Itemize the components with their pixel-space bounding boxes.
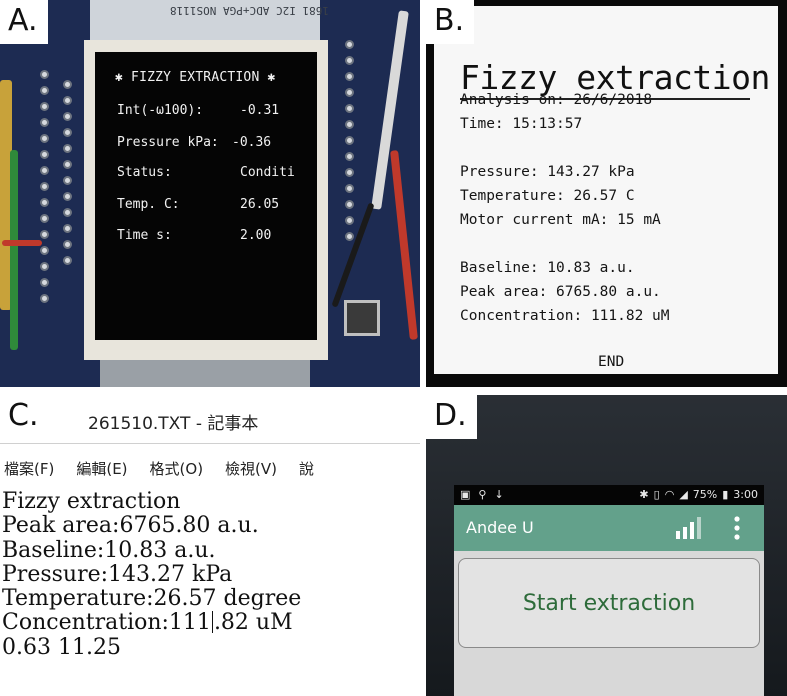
panel-letter-a: A. [0,0,48,44]
lcd-value-pressure: -0.36 [232,135,272,150]
lcd-value-time: 2.00 [240,228,272,243]
lcd-value-temp: 26.05 [240,197,280,212]
pcb-pin-column-left [40,70,50,310]
receipt-line: Time: 15:13:57 [460,116,583,132]
text-caret [211,611,213,634]
text-line: Fizzy extraction [2,489,181,514]
usb-icon: ⚲ [478,488,487,501]
receipt-line: Motor current mA: 15 mA [460,212,661,228]
panel-letter-b: B. [426,0,475,44]
receipt-line: Pressure: 143.27 kPa [460,164,635,180]
notepad-title-divider [0,443,420,444]
notepad-window-title: 261510.TXT - 記事本 [88,414,259,434]
text-before-caret: Concentration:111 [2,610,211,636]
lcd-label-temp: Temp. C: [117,197,180,212]
menu-edit[interactable]: 編輯(E) [76,458,127,479]
start-extraction-button[interactable]: Start extraction [458,558,760,648]
battery-percent: 75% [692,488,718,501]
battery-icon: ▮ [722,488,729,501]
app-title: Andee U [466,518,534,537]
receipt-paper: Fizzy extraction Analysis on: 26/6/2018 … [434,6,778,374]
status-bar: ▣ ⚲ ↓ ✱ ▯ ◠ ◢ 75% ▮ 3:00 [454,485,764,505]
overflow-menu-icon[interactable] [731,515,743,541]
notepad-menu-bar: 檔案(F) 編輯(E) 格式(O) 檢視(V) 說 [4,458,336,479]
wire-white [371,10,409,210]
text-line: Baseline:10.83 a.u. [2,537,216,563]
wire-green [10,150,18,350]
pcb-push-button [344,300,380,336]
pcb-board-label: 1681 I2C ADC+PGA NOS1118 [170,4,329,17]
clock: 3:00 [733,488,758,501]
wire-red [2,240,42,246]
menu-view[interactable]: 檢視(V) [225,458,277,479]
lcd-connector [100,360,310,387]
text-line: Peak area:6765.80 a.u. [2,513,259,539]
panel-c-notepad: 261510.TXT - 記事本 檔案(F) 編輯(E) 格式(O) 檢視(V)… [0,395,420,696]
pcb-pin-column-left-2 [63,80,73,272]
phone-screen: ▣ ⚲ ↓ ✱ ▯ ◠ ◢ 75% ▮ 3:00 Andee U Start e… [454,485,764,696]
receipt-line: Analysis on: 26/6/2018 [460,92,653,108]
panel-letter-c: C. [0,395,49,439]
text-line: Pressure:143.27 kPa [2,561,233,587]
notepad-text-area[interactable]: Fizzy extraction Peak area:6765.80 a.u. … [2,489,302,660]
lcd-value-int: -0.31 [240,103,280,118]
lcd-label-status: Status: [117,165,172,180]
menu-file[interactable]: 檔案(F) [4,458,54,479]
signal-strength-icon[interactable] [674,517,704,539]
lcd-label-pressure: Pressure kPa: [117,135,219,150]
panel-d-phone-app: ▣ ⚲ ↓ ✱ ▯ ◠ ◢ 75% ▮ 3:00 Andee U Start e… [426,395,787,696]
receipt-line: Peak area: 6765.80 a.u. [460,284,661,300]
lcd-screen: ✱ FIZZY EXTRACTION ✱ Int(-ω100): -0.31 P… [95,52,317,340]
text-line: Temperature:26.57 degree [2,586,302,612]
wire-red-right [390,150,418,340]
image-icon: ▣ [460,488,471,501]
lcd-label-time: Time s: [117,228,172,243]
cell-signal-icon: ◢ [679,488,688,501]
receipt-line: Temperature: 26.57 C [460,188,635,204]
status-bar-notifications: ▣ ⚲ ↓ [460,488,504,501]
text-line-with-caret: Concentration:111.82 uM [2,611,301,635]
text-after-caret: .82 uM [213,610,293,636]
wifi-icon: ◠ [664,488,675,501]
lcd-label-int: Int(-ω100): [117,103,204,118]
lcd-title: ✱ FIZZY EXTRACTION ✱ [115,70,276,85]
text-line: 0.63 11.25 [2,634,121,660]
bluetooth-icon: ✱ [639,488,649,501]
panel-b-receipt-photo: Fizzy extraction Analysis on: 26/6/2018 … [426,0,787,387]
menu-help[interactable]: 說 [299,458,314,479]
receipt-line: Concentration: 111.82 uM [460,308,670,324]
app-bar: Andee U [454,505,764,551]
pcb-pin-column-right [345,40,355,248]
lcd-value-status: Conditi [240,165,295,180]
panel-a-lcd-photo: 1681 I2C ADC+PGA NOS1118 ✱ FIZZY EXTRACT… [0,0,420,387]
panel-letter-d: D. [426,395,477,439]
receipt-line: Baseline: 10.83 a.u. [460,260,635,276]
menu-format[interactable]: 格式(O) [150,458,204,479]
download-icon: ↓ [494,488,504,501]
vibrate-icon: ▯ [653,488,660,501]
status-bar-system: ✱ ▯ ◠ ◢ 75% ▮ 3:00 [639,488,758,501]
receipt-end: END [598,354,625,370]
